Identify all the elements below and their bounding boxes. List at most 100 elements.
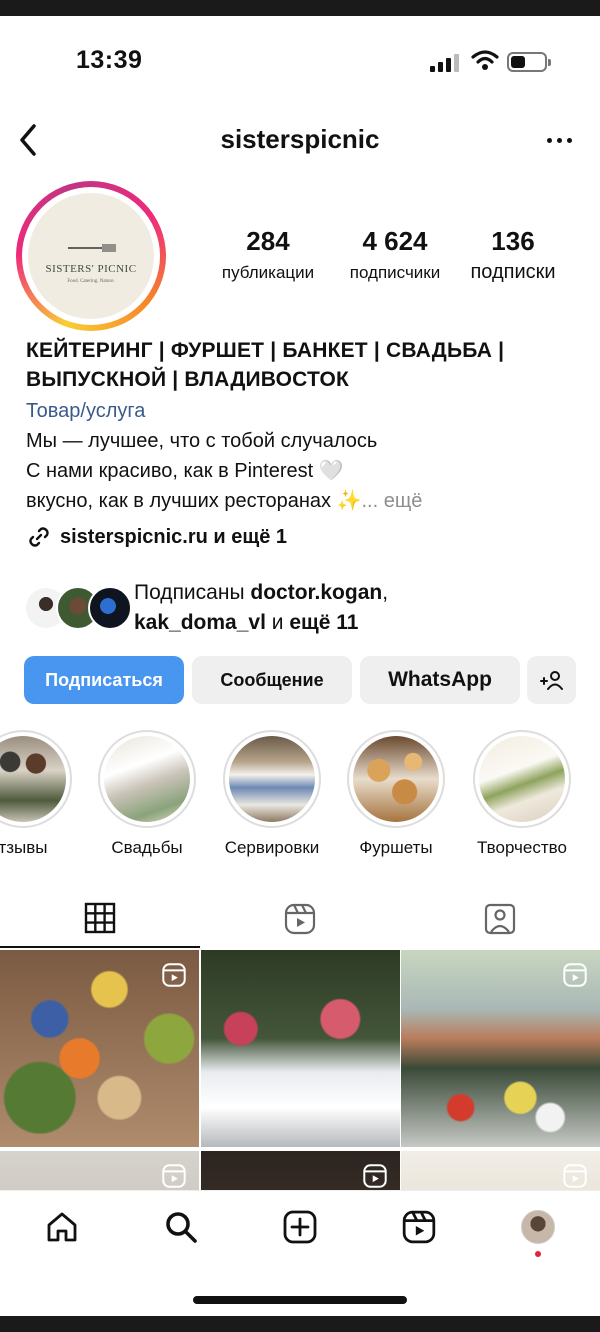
- followed-by-middle: и: [265, 611, 290, 634]
- nav-reels[interactable]: [399, 1207, 439, 1247]
- highlight-thumbnail: [479, 736, 565, 822]
- bio-line-3: вкусно, как в лучших ресторанах ✨... ещё: [26, 486, 586, 516]
- link-icon: [29, 527, 49, 547]
- brand-name: SISTERS' PICNIC: [45, 263, 137, 275]
- highlight-thumbnail: [353, 736, 439, 822]
- bio-line-3-text: вкусно, как в лучших ресторанах ✨: [26, 490, 362, 512]
- highlight-label: Сервировки: [224, 838, 320, 857]
- stat-followers[interactable]: 4 624 подписчики: [331, 226, 459, 283]
- home-indicator[interactable]: [193, 1296, 407, 1304]
- bottom-edge: [0, 1316, 600, 1332]
- reels-icon: [284, 903, 316, 935]
- followed-by-text: Подписаны doctor.kogan, kak_doma_vl и ещ…: [134, 578, 388, 638]
- profile-avatar-icon: [521, 1210, 555, 1244]
- fork-icon: [68, 244, 116, 252]
- followers-count: 4 624: [362, 226, 428, 256]
- followed-by-rest[interactable]: ещё 11: [289, 611, 358, 634]
- profile-category[interactable]: Товар/услуга: [26, 396, 586, 426]
- following-label: подписки: [470, 261, 556, 283]
- more-options-icon[interactable]: [547, 138, 572, 143]
- highlight-tvorchestvo[interactable]: Творчество: [467, 730, 577, 858]
- profile-actions: Подписаться Сообщение WhatsApp: [24, 656, 576, 706]
- profile-avatar[interactable]: SISTERS' PICNIC Food. Catering. Nature.: [16, 181, 166, 331]
- follow-button[interactable]: Подписаться: [24, 656, 184, 704]
- cellular-signal-icon: [430, 54, 459, 72]
- following-count: 136: [491, 226, 535, 256]
- tab-tagged[interactable]: [400, 890, 600, 948]
- brand-logo: SISTERS' PICNIC Food. Catering. Nature.: [28, 193, 154, 319]
- wifi-icon: [471, 50, 499, 70]
- nav-profile[interactable]: [518, 1207, 558, 1247]
- status-bar: 13:39: [0, 16, 600, 104]
- highlight-otzyvy[interactable]: тзывы: [0, 730, 78, 858]
- post-thumbnail[interactable]: [0, 1151, 199, 1190]
- highlight-label: Свадьбы: [111, 838, 183, 857]
- nav-search[interactable]: [161, 1207, 201, 1247]
- followed-by[interactable]: Подписаны doctor.kogan, kak_doma_vl и ещ…: [24, 578, 584, 638]
- tagged-icon: [484, 903, 516, 935]
- nav-home[interactable]: [42, 1207, 82, 1247]
- reel-indicator-icon: [162, 963, 186, 987]
- create-icon: [283, 1210, 317, 1244]
- highlight-thumbnail: [0, 736, 66, 822]
- battery-icon: [507, 52, 551, 72]
- bio-line-1: Мы — лучшее, что с тобой случалось: [26, 430, 378, 452]
- suggest-people-button[interactable]: [527, 656, 576, 704]
- highlight-label: тзывы: [0, 838, 48, 857]
- profile-name-line1: КЕЙТЕРИНГ | ФУРШЕТ | БАНКЕТ | СВАДЬБА |: [26, 339, 505, 362]
- nav-create[interactable]: [280, 1207, 320, 1247]
- followed-by-user[interactable]: doctor.kogan: [250, 581, 382, 604]
- posts-grid: [0, 950, 600, 1190]
- highlight-label: Творчество: [477, 838, 567, 857]
- followed-by-user[interactable]: kak_doma_vl: [134, 611, 266, 634]
- post-thumbnail[interactable]: [201, 950, 400, 1147]
- home-icon: [47, 1212, 77, 1242]
- profile-username: sisterspicnic: [220, 124, 380, 154]
- reel-indicator-icon: [162, 1164, 186, 1188]
- reel-indicator-icon: [363, 1164, 387, 1188]
- post-thumbnail[interactable]: [201, 1151, 400, 1190]
- notification-dot: [535, 1251, 541, 1257]
- profile-bio: КЕЙТЕРИНГ | ФУРШЕТ | БАНКЕТ | СВАДЬБА | …: [26, 336, 586, 550]
- stat-following[interactable]: 136 подписки: [460, 226, 566, 284]
- profile-stats: 284 публикации 4 624 подписчики 136 подп…: [200, 226, 580, 296]
- follower-avatars: [24, 586, 132, 630]
- add-person-icon: [539, 671, 563, 690]
- posts-count: 284: [246, 226, 290, 256]
- post-thumbnail[interactable]: [0, 950, 199, 1147]
- stat-posts[interactable]: 284 публикации: [200, 226, 336, 283]
- bottom-navigation: [0, 1190, 600, 1270]
- brand-tagline: Food. Catering. Nature.: [67, 279, 115, 284]
- highlight-furshety[interactable]: Фуршеты: [341, 730, 451, 858]
- story-highlights: тзывы Свадьбы Сервировки Фуршеты Творчес…: [0, 730, 600, 870]
- grid-icon: [84, 902, 116, 934]
- profile-name-line2: ВЫПУСКНОЙ | ВЛАДИВОСТОК: [26, 368, 350, 391]
- bio-link-text: sisterspicnic.ru и ещё 1: [60, 525, 288, 548]
- highlight-svadby[interactable]: Свадьбы: [92, 730, 202, 858]
- whatsapp-button[interactable]: WhatsApp: [360, 656, 520, 704]
- top-edge: [0, 0, 600, 16]
- followers-label: подписчики: [349, 263, 441, 282]
- status-time: 13:39: [76, 46, 143, 74]
- followed-by-separator: ,: [382, 581, 389, 604]
- search-icon: [166, 1212, 197, 1243]
- tab-reels[interactable]: [200, 890, 400, 948]
- bio-line-2: С нами красиво, как в Pinterest 🤍: [26, 460, 344, 482]
- post-thumbnail[interactable]: [401, 950, 600, 1147]
- reels-icon: [402, 1210, 436, 1244]
- reel-indicator-icon: [563, 1164, 587, 1188]
- message-button[interactable]: Сообщение: [192, 656, 352, 704]
- bio-link[interactable]: sisterspicnic.ru и ещё 1: [26, 524, 586, 550]
- highlight-thumbnail: [104, 736, 190, 822]
- bio-more-link[interactable]: ... ещё: [362, 490, 423, 512]
- highlight-servirovki[interactable]: Сервировки: [217, 730, 327, 858]
- follower-avatar: [88, 586, 132, 630]
- posts-label: публикации: [221, 263, 315, 282]
- profile-tabs: [0, 890, 600, 948]
- followed-by-prefix: Подписаны: [134, 581, 251, 604]
- post-thumbnail[interactable]: [401, 1151, 600, 1190]
- tab-grid[interactable]: [0, 890, 200, 948]
- profile-header: sisterspicnic: [0, 110, 600, 170]
- highlight-thumbnail: [229, 736, 315, 822]
- reel-indicator-icon: [563, 963, 587, 987]
